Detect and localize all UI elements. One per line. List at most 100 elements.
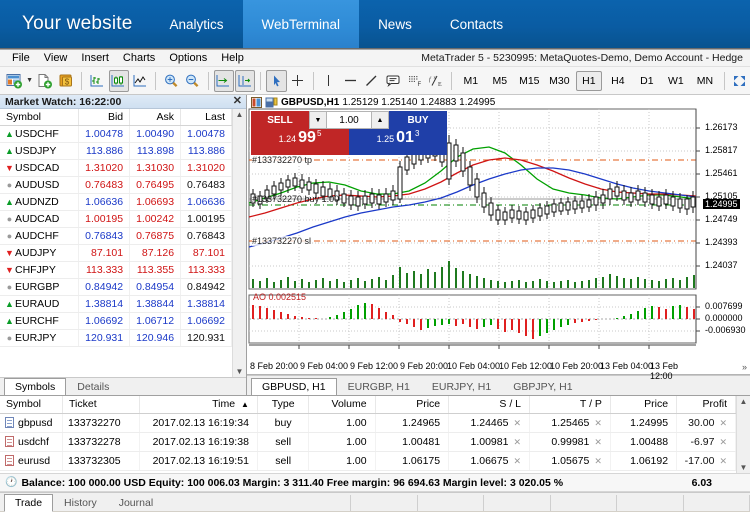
- column-header-type[interactable]: Type: [257, 396, 310, 414]
- close-position-icon[interactable]: ✕: [719, 437, 727, 447]
- table-row[interactable]: ▼USDCAD 1.31020 1.31030 1.31020: [0, 159, 232, 177]
- column-header-symbol[interactable]: Symbol: [0, 109, 80, 126]
- bar-chart-icon[interactable]: [87, 70, 107, 92]
- timeframe-h4[interactable]: H4: [605, 71, 631, 91]
- table-row[interactable]: ● AUDCHF 0.76843 0.76875 0.76843: [0, 227, 232, 245]
- scroll-down-icon[interactable]: ▼: [236, 367, 244, 376]
- scroll-down-icon[interactable]: ▼: [740, 463, 748, 472]
- tab-symbols[interactable]: Symbols: [4, 378, 67, 396]
- horizontal-line-icon[interactable]: [340, 70, 360, 92]
- price-scale[interactable]: 1.26173 1.25817 1.25461 1.25105 1.24749 …: [700, 95, 750, 374]
- chart-tab-eurjpy[interactable]: EURJPY, H1: [421, 378, 502, 395]
- close-icon[interactable]: ✕: [594, 456, 602, 466]
- vertical-line-icon[interactable]: [319, 70, 339, 92]
- trade-icon[interactable]: $: [56, 70, 76, 92]
- timeframe-m15[interactable]: M15: [516, 71, 543, 91]
- column-header-cur-price[interactable]: Price: [610, 396, 678, 414]
- tab-details[interactable]: Details: [66, 378, 120, 395]
- zoom-out-icon[interactable]: [183, 70, 203, 92]
- chart-tab-eurgbp[interactable]: EURGBP, H1: [337, 378, 421, 395]
- table-row[interactable]: ▼AUDJPY 87.101 87.126 87.101: [0, 244, 232, 262]
- buy-price-display[interactable]: 1.25 01 3: [349, 129, 447, 155]
- table-row[interactable]: ▲AUDNZD 1.06636 1.06693 1.06636: [0, 193, 232, 211]
- tab-trade[interactable]: Trade: [4, 494, 54, 512]
- auto-scroll-icon[interactable]: [213, 69, 235, 92]
- indicators-icon[interactable]: F: [404, 70, 424, 92]
- trade-scrollbar[interactable]: ▲ ▼: [736, 396, 750, 473]
- column-header-ticket[interactable]: Ticket: [62, 396, 141, 414]
- volume-increase-button[interactable]: ▲: [371, 111, 389, 129]
- chart-tab-gbpjpy[interactable]: GBPJPY, H1: [502, 378, 583, 395]
- menu-help[interactable]: Help: [214, 51, 251, 65]
- menu-view[interactable]: View: [37, 51, 75, 65]
- nav-item-webterminal[interactable]: WebTerminal: [242, 0, 360, 48]
- column-header-price[interactable]: Price: [375, 396, 450, 414]
- dropdown-caret-icon[interactable]: ▼: [25, 70, 33, 92]
- timeframe-d1[interactable]: D1: [634, 71, 660, 91]
- menu-options[interactable]: Options: [162, 51, 214, 65]
- nav-item-news[interactable]: News: [359, 0, 431, 48]
- objects-icon[interactable]: f x E: [426, 70, 446, 92]
- table-row[interactable]: ● EURJPY 120.931 120.946 120.931: [0, 329, 232, 347]
- site-logo[interactable]: Your website: [0, 0, 151, 48]
- close-icon[interactable]: ✕: [594, 437, 602, 447]
- chart-area[interactable]: GBPUSD,H1 1.25129 1.25140 1.24883 1.2499…: [247, 95, 750, 381]
- cursor-icon[interactable]: [266, 69, 287, 92]
- menu-insert[interactable]: Insert: [74, 51, 116, 65]
- column-header-time[interactable]: Time ▲: [139, 396, 258, 414]
- chart-tab-gbpusd[interactable]: GBPUSD, H1: [251, 378, 337, 396]
- table-row[interactable]: ▲USDJPY 113.886 113.898 113.886: [0, 142, 232, 160]
- trend-line-icon[interactable]: [362, 70, 382, 92]
- close-icon[interactable]: ✕: [233, 96, 242, 107]
- text-label-icon[interactable]: [383, 70, 403, 92]
- timeframe-h1[interactable]: H1: [575, 70, 602, 91]
- timeframe-m5[interactable]: M5: [487, 71, 513, 91]
- column-header-sl[interactable]: S / L: [448, 396, 531, 414]
- new-order-icon[interactable]: [35, 70, 55, 92]
- column-header-ask[interactable]: Ask: [129, 109, 182, 126]
- sell-button[interactable]: SELL: [251, 111, 309, 129]
- table-row[interactable]: ▲EURCHF 1.06692 1.06712 1.06692: [0, 312, 232, 330]
- nav-item-contacts[interactable]: Contacts: [431, 0, 522, 48]
- nav-item-analytics[interactable]: Analytics: [151, 0, 243, 48]
- sell-price-display[interactable]: 1.24 99 5: [251, 129, 349, 155]
- table-row[interactable]: eurusd 133732305 2017.02.13 16:19:51 sell 1.…: [0, 451, 736, 471]
- timeframe-w1[interactable]: W1: [663, 71, 689, 91]
- volume-decrease-button[interactable]: ▼: [309, 111, 327, 129]
- table-row[interactable]: ▲USDCHF 1.00478 1.00490 1.00478: [0, 125, 232, 143]
- zoom-in-icon[interactable]: [161, 70, 181, 92]
- close-icon[interactable]: ✕: [513, 418, 521, 428]
- table-row[interactable]: ● AUDCAD 1.00195 1.00242 1.00195: [0, 210, 232, 228]
- column-header-tp[interactable]: T / P: [529, 396, 611, 414]
- scroll-up-icon[interactable]: ▲: [740, 397, 748, 406]
- close-icon[interactable]: ✕: [513, 456, 521, 466]
- column-header-volume[interactable]: Volume: [308, 396, 376, 414]
- close-position-icon[interactable]: ✕: [719, 456, 727, 466]
- candlestick-chart-icon[interactable]: [108, 69, 129, 92]
- expand-scale-icon[interactable]: »: [742, 362, 747, 372]
- timeframe-m1[interactable]: M1: [458, 71, 484, 91]
- table-row[interactable]: ● EURGBP 0.84942 0.84954 0.84942: [0, 278, 232, 296]
- close-icon[interactable]: ✕: [513, 437, 521, 447]
- column-header-profit[interactable]: Profit: [676, 396, 736, 414]
- timeframe-m30[interactable]: M30: [546, 71, 573, 91]
- scroll-up-icon[interactable]: ▲: [236, 110, 244, 119]
- crosshair-icon[interactable]: [288, 70, 308, 92]
- line-chart-icon[interactable]: [130, 70, 150, 92]
- tab-history[interactable]: History: [53, 494, 108, 511]
- menu-charts[interactable]: Charts: [116, 51, 162, 65]
- close-position-icon[interactable]: ✕: [719, 418, 727, 428]
- column-header-symbol[interactable]: Symbol: [0, 396, 64, 414]
- new-chart-icon[interactable]: [4, 70, 24, 92]
- timeframe-mn[interactable]: MN: [692, 71, 718, 91]
- table-row[interactable]: ▲EURAUD 1.38814 1.38844 1.38814: [0, 295, 232, 313]
- close-icon[interactable]: ✕: [594, 418, 602, 428]
- volume-input[interactable]: 1.00: [327, 111, 371, 129]
- market-watch-scrollbar[interactable]: ▲ ▼: [232, 109, 246, 377]
- table-row[interactable]: gbpusd 133732270 2017.02.13 16:19:34 buy 1.0…: [0, 413, 736, 433]
- table-row[interactable]: ● AUDUSD 0.76483 0.76495 0.76483: [0, 176, 232, 194]
- column-header-last[interactable]: Last: [180, 109, 232, 126]
- column-header-bid[interactable]: Bid: [78, 109, 131, 126]
- buy-button[interactable]: BUY: [389, 111, 447, 129]
- tab-journal[interactable]: Journal: [108, 494, 164, 511]
